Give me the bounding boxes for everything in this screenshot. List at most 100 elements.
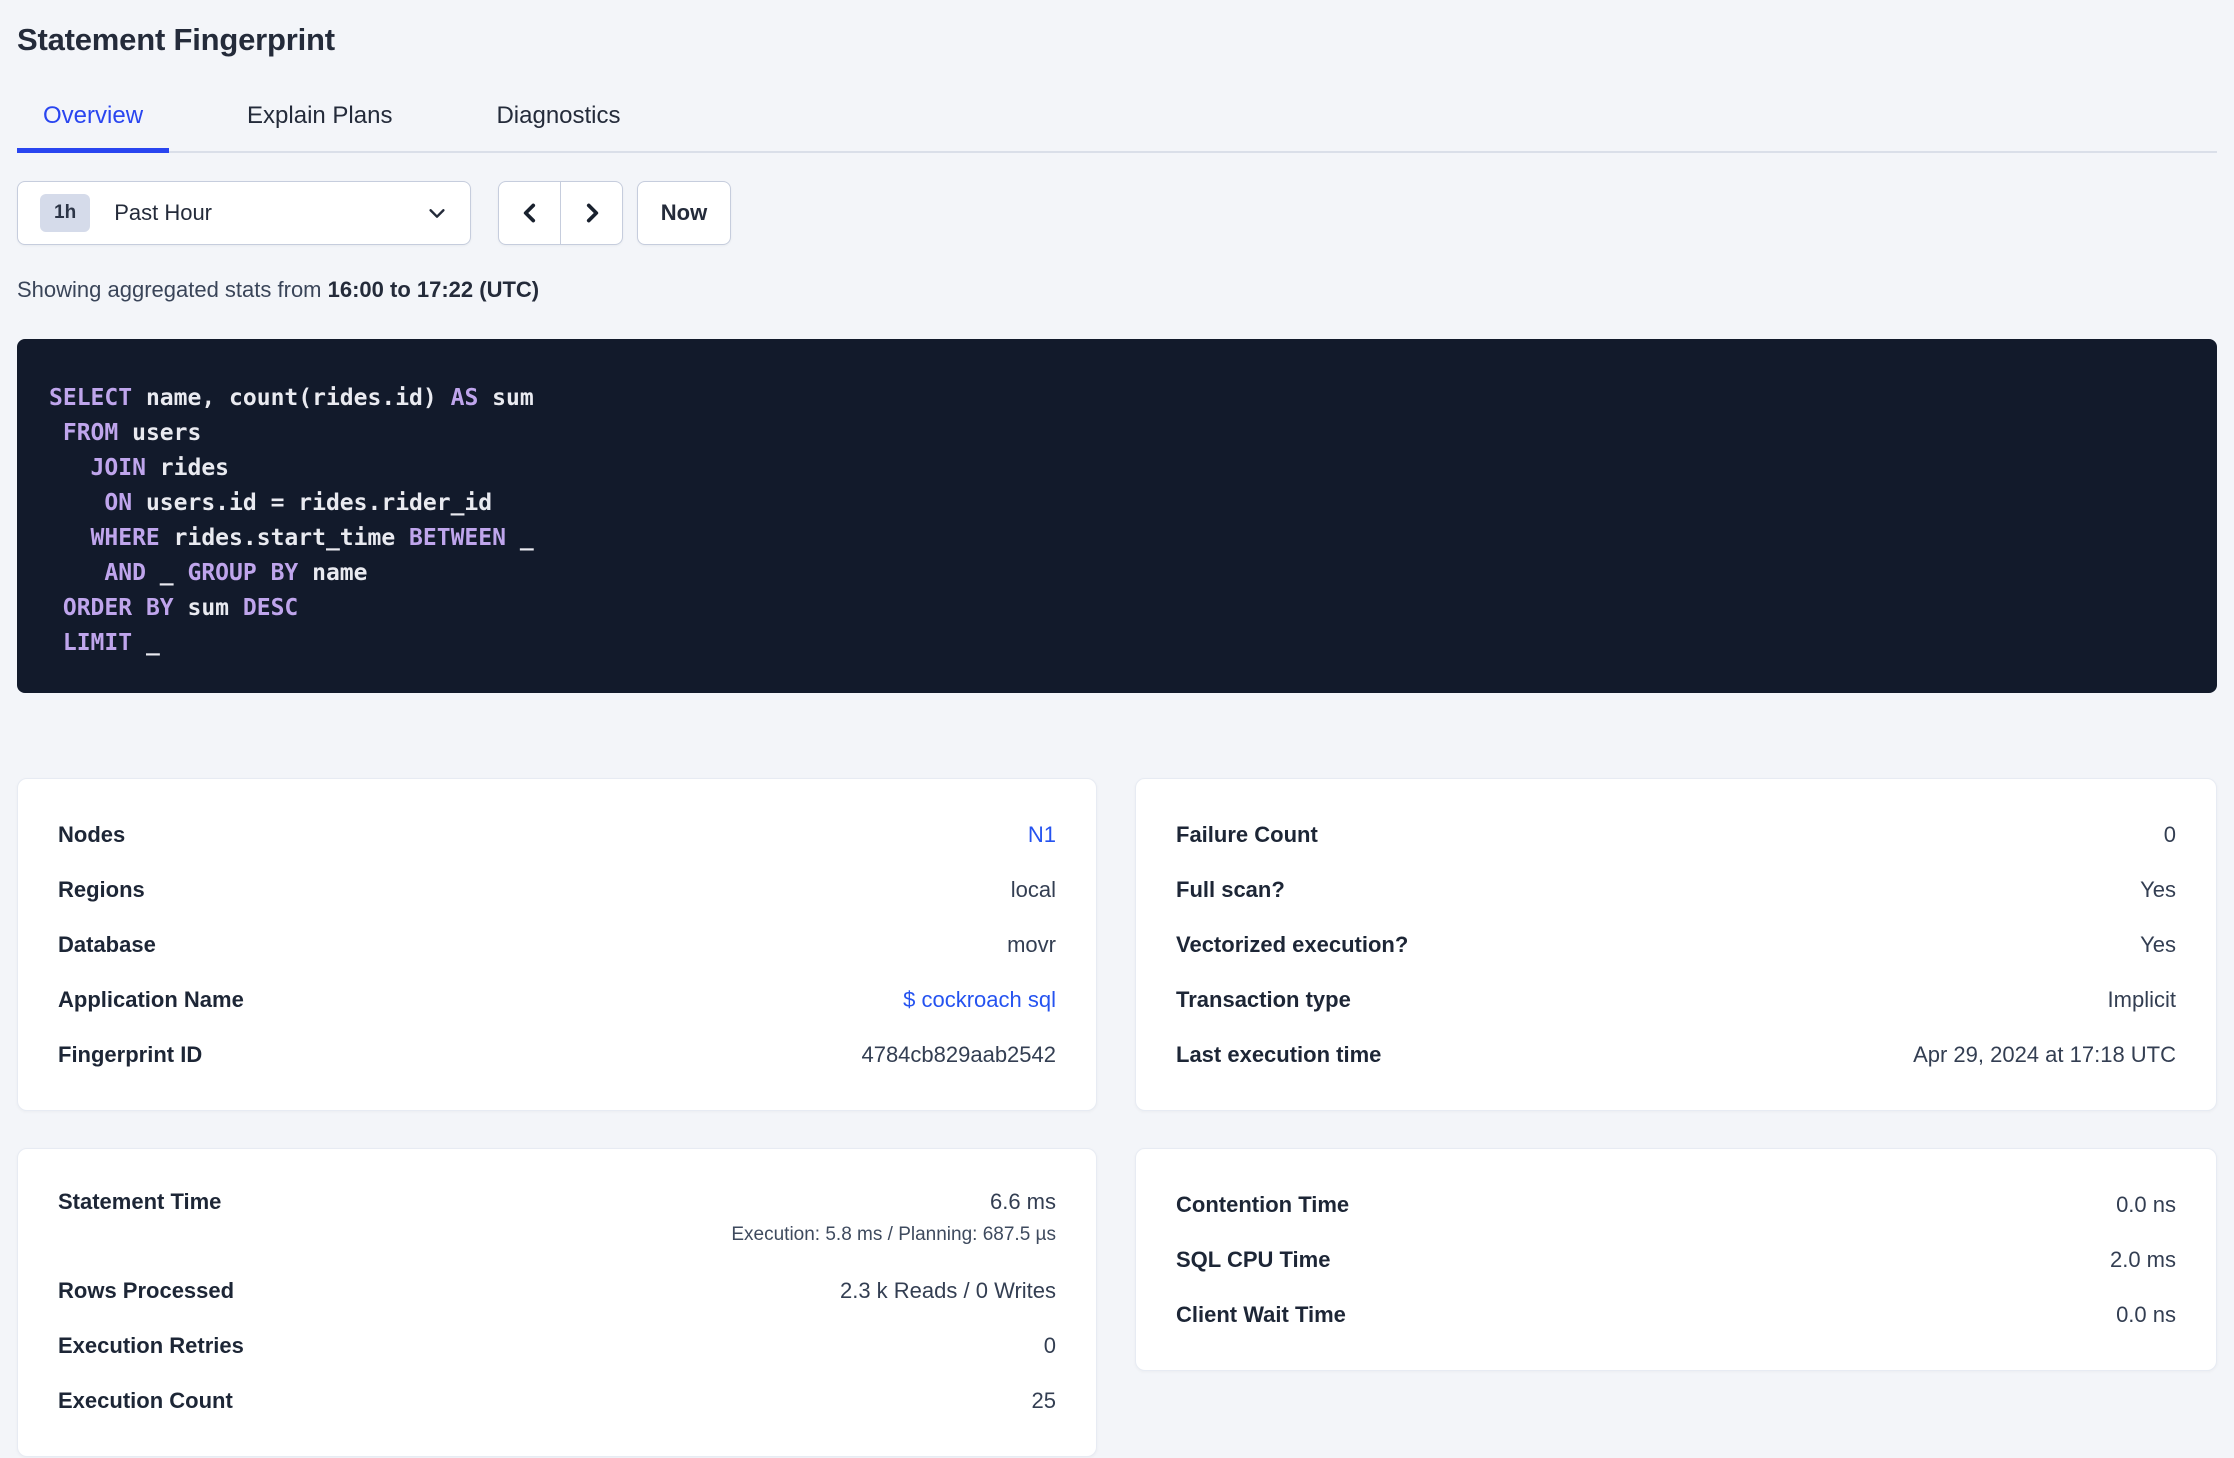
sql-keyword: AND <box>104 560 146 586</box>
transaction-type-value: Implicit <box>2107 986 2176 1012</box>
now-button[interactable]: Now <box>637 181 731 245</box>
regions-value: local <box>1010 876 1056 902</box>
aggregated-stats-text: Showing aggregated stats from 16:00 to 1… <box>17 277 2217 303</box>
table-row: Nodes N1 <box>58 807 1056 862</box>
table-row: Rows Processed 2.3 k Reads / 0 Writes <box>58 1263 1056 1318</box>
overview-card: Nodes N1 Regions local Database movr App… <box>17 778 1097 1111</box>
client-wait-time-value: 0.0 ns <box>2116 1301 2176 1327</box>
chevron-down-icon <box>429 209 445 218</box>
row-label-client-wait-time: Client Wait Time <box>1176 1301 1346 1327</box>
row-label-rows-processed: Rows Processed <box>58 1277 235 1303</box>
statement-fingerprint-page: Statement Fingerprint Overview Explain P… <box>0 0 2234 1457</box>
sql-keyword: ON <box>104 490 133 516</box>
sql-keyword: FROM <box>62 420 119 446</box>
sql-line: ON users.id = rides.rider_id <box>49 486 2185 521</box>
table-row: Fingerprint ID 4784cb829aab2542 <box>58 1027 1056 1082</box>
sql-text: _ <box>505 525 534 551</box>
row-label-vectorized-execution: Vectorized execution? <box>1176 931 1409 957</box>
row-label-execution-count: Execution Count <box>58 1387 233 1413</box>
row-label-sql-cpu-time: SQL CPU Time <box>1176 1246 1331 1272</box>
summary-cards-row: Nodes N1 Regions local Database movr App… <box>17 778 2217 1111</box>
table-row: Application Name $ cockroach sql <box>58 972 1056 1027</box>
sql-text: users <box>118 420 202 446</box>
database-value: movr <box>1007 931 1056 957</box>
aggregated-stats-prefix: Showing aggregated stats from <box>17 277 328 302</box>
chevron-left-icon <box>523 203 535 223</box>
sql-line: WHERE rides.start_time BETWEEN _ <box>49 521 2185 556</box>
sql-keyword: SELECT <box>49 385 133 411</box>
table-row: Last execution time Apr 29, 2024 at 17:1… <box>1176 1027 2176 1082</box>
previous-time-button[interactable] <box>499 182 561 244</box>
table-row: Execution Count 25 <box>58 1373 1056 1428</box>
sql-text: rides <box>145 455 230 481</box>
sql-text: users.id = rides.rider_id <box>132 490 493 516</box>
sql-keyword: AS <box>450 385 479 411</box>
time-range-label: Past Hour <box>114 200 213 225</box>
contention-time-value: 0.0 ns <box>2116 1191 2176 1217</box>
nodes-link[interactable]: N1 <box>1028 822 1056 848</box>
next-time-button[interactable] <box>561 182 622 244</box>
sql-text: _ <box>132 630 160 656</box>
full-scan-value: Yes <box>2140 876 2176 902</box>
sql-keyword: JOIN <box>90 455 146 481</box>
sql-statement-box: SELECT name, count(rides.id) AS sum FROM… <box>17 339 2217 693</box>
sql-keyword: BETWEEN <box>409 525 506 551</box>
vectorized-execution-value: Yes <box>2140 931 2176 957</box>
sql-keyword: GROUP BY <box>187 560 299 586</box>
table-row: Database movr <box>58 917 1056 972</box>
row-label-database: Database <box>58 931 156 957</box>
row-label-fingerprint-id: Fingerprint ID <box>58 1041 203 1067</box>
row-label-last-execution-time: Last execution time <box>1176 1041 1382 1067</box>
sql-text: name <box>298 560 368 586</box>
failure-count-value: 0 <box>2163 821 2176 847</box>
application-name-link[interactable]: $ cockroach sql <box>903 987 1056 1013</box>
table-row: Transaction type Implicit <box>1176 972 2176 1027</box>
row-label-nodes: Nodes <box>58 821 126 847</box>
table-row: Vectorized execution? Yes <box>1176 917 2176 972</box>
sql-text: name, count(rides.id) <box>132 385 451 411</box>
sql-keyword: WHERE <box>90 525 160 551</box>
table-row: SQL CPU Time 2.0 ms <box>1176 1232 2176 1287</box>
row-label-failure-count: Failure Count <box>1176 821 1318 847</box>
tab-explain-plans[interactable]: Explain Plans <box>221 102 418 153</box>
sql-line: AND _ GROUP BY name <box>49 556 2185 591</box>
row-label-execution-retries: Execution Retries <box>58 1332 244 1358</box>
resource-usage-card: Contention Time 0.0 ns SQL CPU Time 2.0 … <box>1135 1148 2217 1371</box>
tab-overview[interactable]: Overview <box>17 102 170 153</box>
table-row: Contention Time 0.0 ns <box>1176 1177 2176 1232</box>
time-range-dropdown[interactable]: 1h Past Hour <box>17 181 471 245</box>
timing-cards-row: Statement Time 6.6 ms Execution: 5.8 ms … <box>17 1148 2217 1457</box>
time-range-badge: 1h <box>40 194 91 232</box>
statement-time-breakdown: Execution: 5.8 ms / Planning: 687.5 µs <box>731 1224 1056 1245</box>
tab-diagnostics[interactable]: Diagnostics <box>470 102 646 153</box>
row-label-application-name: Application Name <box>58 986 244 1012</box>
table-row: Client Wait Time 0.0 ns <box>1176 1287 2176 1342</box>
time-step-buttons <box>498 181 623 245</box>
sql-line: ORDER BY sum DESC <box>49 591 2185 626</box>
row-label-regions: Regions <box>58 876 145 902</box>
execution-attributes-card: Failure Count 0 Full scan? Yes Vectorize… <box>1135 778 2217 1111</box>
row-label-transaction-type: Transaction type <box>1176 986 1351 1012</box>
table-row: Failure Count 0 <box>1176 807 2176 862</box>
table-row: Full scan? Yes <box>1176 862 2176 917</box>
sql-keyword: DESC <box>242 595 299 621</box>
sql-line: JOIN rides <box>49 451 2185 486</box>
sql-text: rides.start_time <box>159 525 410 551</box>
aggregated-stats-range: 16:00 to 17:22 (UTC) <box>327 277 540 302</box>
rows-processed-value: 2.3 k Reads / 0 Writes <box>839 1277 1056 1303</box>
sql-text: sum <box>173 595 243 621</box>
time-controls: 1h Past Hour Now <box>17 181 2217 245</box>
execution-retries-value: 0 <box>1043 1332 1056 1358</box>
row-label-contention-time: Contention Time <box>1176 1191 1350 1217</box>
page-title: Statement Fingerprint <box>17 22 335 57</box>
sql-line: LIMIT _ <box>49 626 2185 661</box>
chevron-right-icon <box>586 203 598 223</box>
tab-bar: Overview Explain Plans Diagnostics <box>17 102 2217 153</box>
